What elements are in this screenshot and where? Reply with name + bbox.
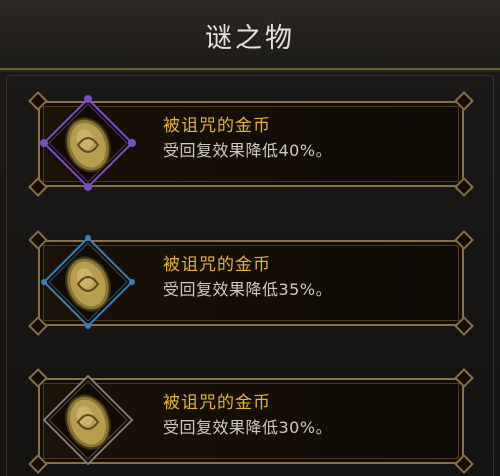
item-description: 受回复效果降低35%。 — [163, 280, 333, 299]
cursed-gold-coin-icon — [40, 95, 136, 191]
item-icon-frame[interactable] — [40, 234, 136, 330]
item-description: 受回复效果降低30%。 — [163, 418, 333, 437]
item-name: 被诅咒的金币 — [163, 116, 271, 136]
item-icon-frame[interactable] — [40, 95, 136, 191]
item-card-2[interactable]: 被诅咒的金币 受回复效果降低35%。 — [28, 230, 474, 336]
item-description: 受回复效果降低40%。 — [163, 141, 333, 160]
item-card-1[interactable]: 被诅咒的金币 受回复效果降低40%。 — [28, 91, 474, 197]
cursed-gold-coin-icon — [41, 235, 135, 329]
header-bar: 谜之物 — [0, 0, 500, 70]
cursed-gold-coin-icon — [42, 374, 134, 466]
mystery-items-panel: 谜之物 被诅咒的金币 受回复效果降低40%。 被诅咒的金币 受回复效果降低35%… — [0, 0, 500, 476]
item-name: 被诅咒的金币 — [163, 255, 271, 275]
item-name: 被诅咒的金币 — [163, 393, 271, 413]
item-icon-frame[interactable] — [40, 372, 136, 468]
item-card-3[interactable]: 被诅咒的金币 受回复效果降低30%。 — [28, 368, 474, 474]
page-title: 谜之物 — [205, 23, 295, 54]
